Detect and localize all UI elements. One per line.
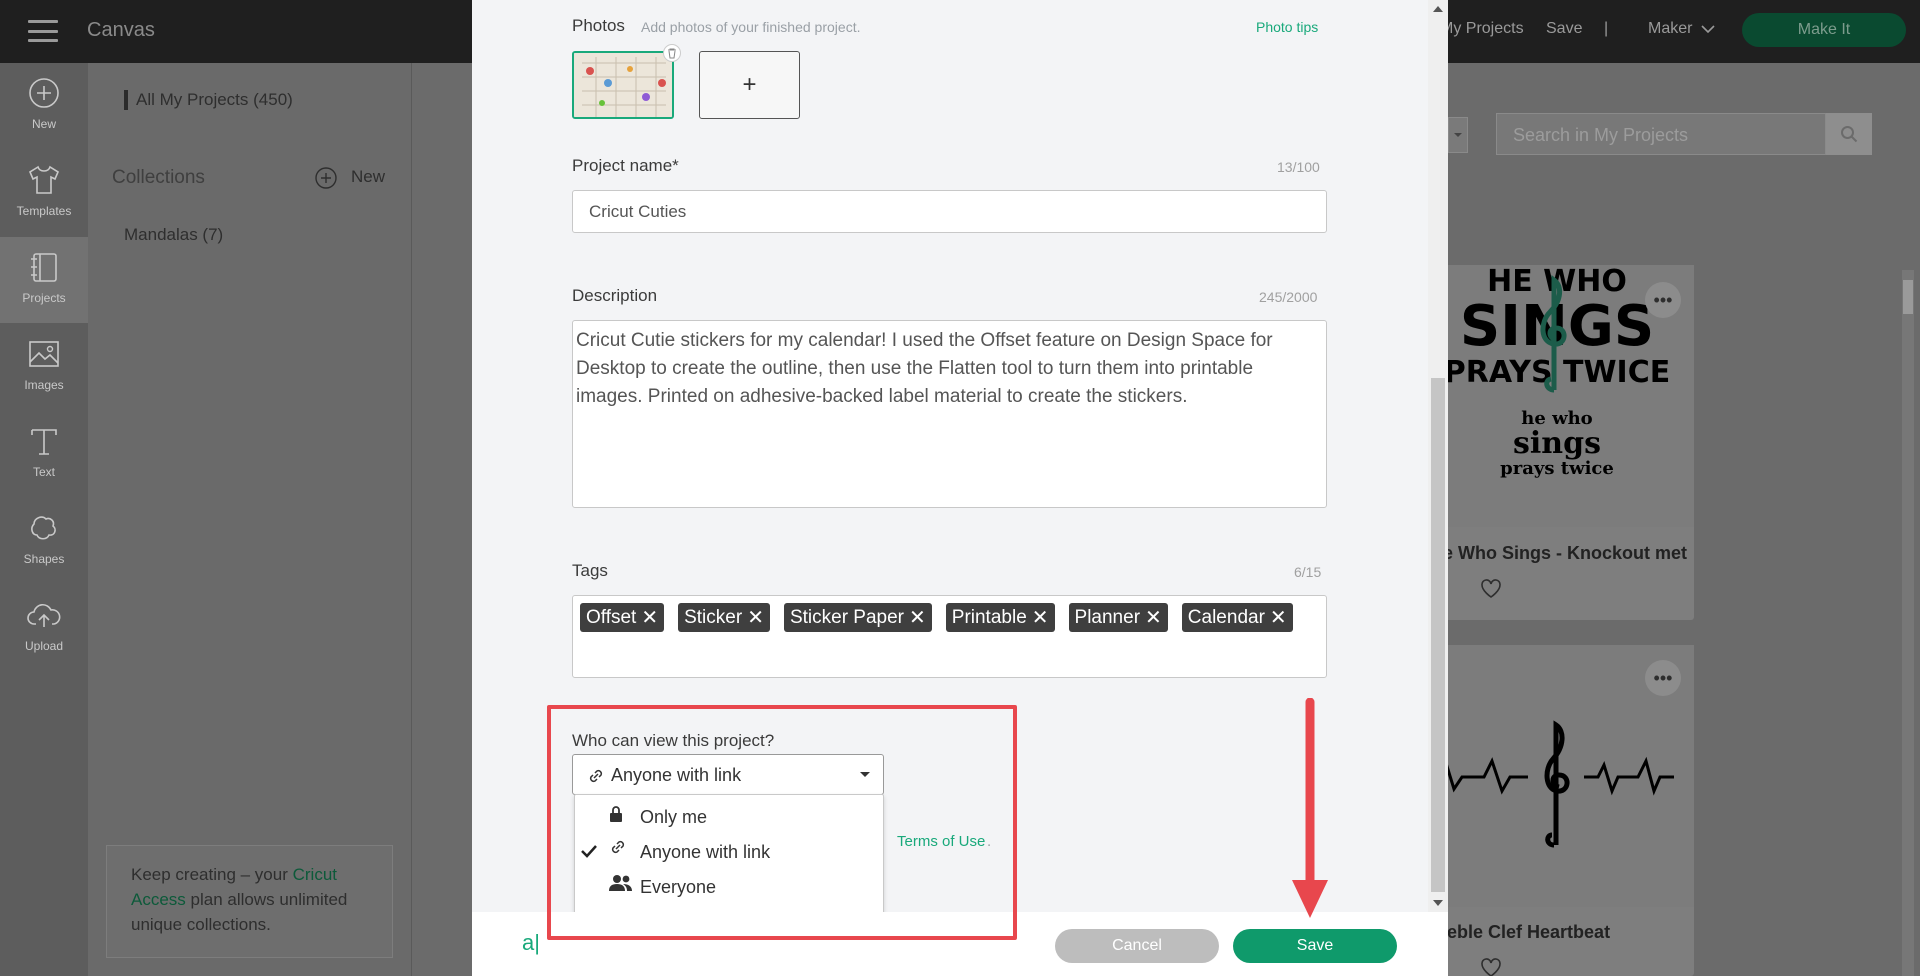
tshirt-icon — [28, 165, 60, 194]
search-button[interactable] — [1826, 113, 1872, 155]
tag-chip: Sticker ✕ — [678, 603, 770, 632]
chevron-down-icon[interactable] — [1700, 21, 1716, 42]
rail-images[interactable]: Images — [0, 324, 88, 410]
top-save-link[interactable]: Save — [1546, 20, 1582, 38]
rail-label: Projects — [22, 291, 66, 305]
project-name-input[interactable]: Cricut Cuties — [572, 190, 1327, 233]
delete-photo-button[interactable] — [663, 44, 681, 62]
description-counter: 245/2000 — [1259, 289, 1318, 305]
art-text: prays twice — [1500, 458, 1614, 479]
collection-item[interactable]: Mandalas (7) — [124, 225, 223, 245]
my-projects-link[interactable]: My Projects — [1440, 20, 1524, 38]
text-icon — [31, 429, 57, 455]
image-icon — [29, 341, 59, 367]
make-it-button[interactable]: Make It — [1742, 13, 1906, 47]
active-marker — [124, 90, 128, 110]
shapes-icon — [31, 516, 56, 540]
tags-field[interactable]: Offset ✕ Sticker ✕ Sticker Paper ✕ Printable ✕ P… — [572, 595, 1327, 678]
photo-tips-link[interactable]: Photo tips — [1256, 19, 1318, 35]
rail-label: New — [31, 117, 56, 131]
remove-tag-icon[interactable]: ✕ — [641, 605, 658, 630]
remove-tag-icon[interactable]: ✕ — [1145, 605, 1162, 630]
rail-label: Text — [32, 465, 55, 479]
scroll-up-arrow-icon[interactable] — [1433, 6, 1443, 12]
tag-chip: Calendar ✕ — [1181, 603, 1293, 632]
tags-counter: 6/15 — [1294, 564, 1322, 580]
photos-hint: Add photos of your finished project. — [641, 19, 861, 35]
cancel-button[interactable]: Cancel — [1055, 929, 1219, 963]
new-collection-button[interactable]: New — [351, 167, 385, 187]
tag-chip: Printable ✕ — [945, 603, 1055, 632]
description-textarea[interactable]: Cricut Cutie stickers for my calendar! I… — [572, 320, 1327, 508]
save-button[interactable]: Save — [1233, 929, 1397, 963]
footer-mark: a| — [522, 930, 540, 955]
remove-tag-icon[interactable]: ✕ — [1270, 605, 1287, 630]
red-arrow-icon — [1290, 697, 1350, 933]
search-icon — [1841, 126, 1858, 143]
card-more-icon[interactable]: ••• — [1645, 282, 1681, 318]
tags-label: Tags — [572, 561, 608, 580]
tag-chip: Planner ✕ — [1068, 603, 1168, 632]
promo-text: Keep creating – your — [131, 865, 293, 884]
description-label: Description — [572, 286, 658, 305]
rail-new[interactable]: New — [0, 63, 88, 149]
card-title[interactable]: Treble Clef Heartbeat — [1430, 922, 1610, 943]
machine-select[interactable]: Maker — [1648, 20, 1692, 38]
projects-side-panel — [88, 63, 412, 976]
tag-label: Sticker Paper — [789, 606, 904, 628]
hamburger-menu-icon[interactable] — [28, 20, 58, 42]
art-text: sings — [1513, 426, 1601, 461]
tag-label: Calendar — [1187, 606, 1265, 628]
search-input[interactable]: Search in My Projects — [1496, 113, 1826, 155]
left-rail: New Templates Projects Images Text Shape… — [0, 63, 88, 976]
page-scrollbar-thumb[interactable] — [1903, 280, 1913, 314]
add-collection-icon[interactable] — [314, 166, 338, 195]
photo-thumbnail[interactable] — [572, 51, 674, 119]
photos-label: Photos — [572, 16, 625, 35]
cloud-upload-icon — [27, 604, 61, 627]
rail-label: Upload — [24, 639, 64, 653]
project-name-counter: 13/100 — [1277, 159, 1320, 175]
all-projects-link[interactable]: All My Projects (450) — [136, 90, 293, 110]
heart-icon[interactable] — [1480, 958, 1502, 976]
rail-label: Images — [24, 378, 64, 392]
add-photo-button[interactable]: + — [699, 51, 800, 119]
top-divider: | — [1604, 20, 1609, 37]
rail-upload[interactable]: Upload — [0, 585, 88, 671]
access-promo: Keep creating – your Cricut Access plan … — [106, 845, 393, 958]
tag-label: Offset — [586, 606, 637, 628]
plus-circle-icon — [29, 78, 59, 108]
modal-scrollbar-thumb[interactable] — [1431, 378, 1445, 892]
rail-templates[interactable]: Templates — [0, 150, 88, 236]
rail-text[interactable]: Text — [0, 411, 88, 497]
tag-chip: Offset ✕ — [580, 603, 665, 632]
remove-tag-icon[interactable]: ✕ — [909, 605, 926, 630]
treble-clef-icon — [1536, 270, 1570, 405]
rail-label: Templates — [16, 204, 72, 218]
card-title[interactable]: He Who Sings - Knockout met... — [1430, 543, 1688, 564]
rail-label: Shapes — [23, 552, 65, 566]
remove-tag-icon[interactable]: ✕ — [1032, 605, 1049, 630]
scroll-down-arrow-icon[interactable] — [1433, 900, 1443, 906]
tag-label: Sticker — [684, 606, 743, 628]
highlight-box — [547, 705, 1017, 940]
page-scrollbar[interactable] — [1902, 270, 1914, 976]
card-more-icon[interactable]: ••• — [1645, 660, 1681, 696]
tag-chip: Sticker Paper ✕ — [783, 603, 932, 632]
app-title: Canvas — [87, 19, 155, 41]
tag-label: Printable — [951, 606, 1027, 628]
projects-icon — [31, 253, 57, 282]
trash-icon — [668, 48, 676, 58]
rail-projects[interactable]: Projects — [0, 237, 88, 323]
heart-icon[interactable] — [1480, 579, 1502, 604]
rail-shapes[interactable]: Shapes — [0, 498, 88, 584]
sort-dropdown[interactable] — [1448, 117, 1468, 153]
remove-tag-icon[interactable]: ✕ — [747, 605, 764, 630]
collections-heading: Collections — [112, 167, 205, 188]
project-name-label: Project name* — [572, 156, 679, 175]
tag-label: Planner — [1074, 606, 1141, 628]
